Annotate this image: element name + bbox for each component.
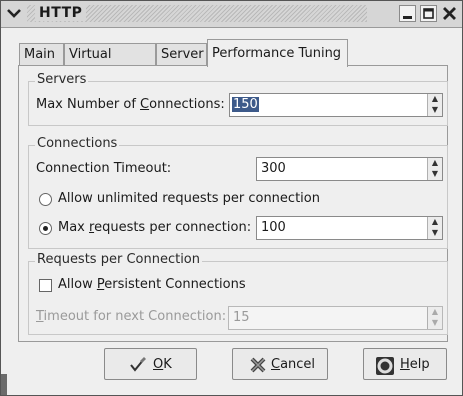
spinner-arrows[interactable]: ▲ ▼ — [427, 94, 442, 116]
mnemonic: O — [153, 357, 164, 372]
spinner-arrows: ▲ ▼ — [427, 307, 442, 329]
tab-label: Server — [161, 47, 204, 62]
window-edge-shadow — [1, 374, 7, 395]
max-connections-value: 150 — [232, 97, 259, 112]
persistent-connections-checkbox[interactable] — [39, 279, 52, 292]
chevron-down-icon[interactable] — [5, 4, 23, 22]
spinner-arrows[interactable]: ▲ ▼ — [427, 217, 442, 239]
arrow-up-icon[interactable]: ▲ — [430, 217, 440, 227]
requests-per-connection-frame-label: Requests per Connection — [35, 252, 202, 267]
connection-timeout-spinner[interactable]: 300 ▲ ▼ — [256, 157, 443, 181]
arrow-down-icon: ▼ — [431, 318, 439, 327]
arrow-down-icon[interactable]: ▼ — [430, 228, 440, 238]
next-connection-timeout-label: Timeout for next Connection: — [36, 309, 226, 324]
arrow-up-icon[interactable]: ▲ — [430, 158, 440, 168]
arrow-down-icon[interactable]: ▼ — [430, 169, 440, 179]
minimize-button[interactable] — [399, 5, 416, 22]
connection-timeout-label: Connection Timeout: — [36, 161, 172, 176]
max-requests-label: Max requests per connection: — [58, 220, 251, 235]
label-text: Max — [58, 220, 90, 235]
spinner-arrows[interactable]: ▲ ▼ — [427, 158, 442, 180]
servers-frame-label: Servers — [35, 72, 89, 87]
max-connections-spinner[interactable]: 150 ▲ ▼ — [229, 93, 443, 117]
close-button[interactable] — [441, 5, 458, 22]
arrow-up-icon: ▲ — [431, 307, 439, 316]
ok-label: OK — [153, 357, 172, 372]
label-text: Allow — [58, 277, 97, 292]
mnemonic: H — [400, 357, 410, 372]
cancel-x-icon — [250, 357, 266, 373]
tab-virtual-hosts[interactable]: Virtual Hosts — [64, 43, 156, 84]
tab-label: Performance Tuning — [212, 46, 342, 61]
maximize-button[interactable] — [420, 5, 437, 22]
max-requests-radio[interactable] — [39, 222, 52, 235]
http-dialog-window: HTTP Main Virtual Hosts Server Performan… — [0, 0, 463, 396]
unlimited-requests-label: Allow unlimited requests per connection — [58, 191, 320, 206]
max-requests-spinner[interactable]: 100 ▲ ▼ — [256, 216, 443, 240]
label-text: ersistent Connections — [104, 277, 246, 292]
arrow-up-icon[interactable]: ▲ — [430, 94, 440, 104]
persistent-connections-label: Allow Persistent Connections — [58, 277, 246, 292]
label-text: imeout for next Connection: — [43, 309, 227, 324]
label-text: onnections: — [149, 97, 225, 112]
mnemonic: C — [271, 357, 281, 372]
close-icon — [443, 7, 456, 20]
tab-main[interactable]: Main — [19, 43, 64, 65]
title-bar[interactable]: HTTP — [1, 1, 462, 28]
minimize-icon — [403, 16, 412, 19]
mnemonic: C — [140, 97, 150, 112]
cancel-label: Cancel — [271, 357, 315, 372]
lifebuoy-icon — [376, 357, 394, 375]
window-title: HTTP — [35, 5, 87, 21]
help-button[interactable]: Help — [363, 348, 447, 380]
next-connection-timeout-spinner: 15 ▲ ▼ — [228, 306, 443, 330]
selected-text: 150 — [232, 97, 259, 112]
label-text: K — [163, 357, 172, 372]
connection-timeout-value: 300 — [261, 161, 286, 176]
label-text: ancel — [280, 357, 316, 372]
max-requests-value: 100 — [261, 220, 286, 235]
label-text: Max Number of — [36, 97, 141, 112]
cancel-button[interactable]: Cancel — [232, 348, 328, 380]
max-connections-label: Max Number of Connections: — [36, 97, 225, 112]
radio-selected-dot — [43, 226, 48, 231]
label-text: equests per connection: — [94, 220, 252, 235]
tab-label: Main — [24, 47, 56, 62]
checkmark-pen-icon — [130, 357, 146, 372]
next-connection-timeout-value: 15 — [233, 310, 250, 325]
mnemonic: T — [36, 309, 44, 324]
maximize-icon — [423, 8, 434, 19]
unlimited-requests-radio[interactable] — [39, 193, 52, 206]
arrow-down-icon[interactable]: ▼ — [430, 105, 440, 115]
tab-performance-tuning[interactable]: Performance Tuning — [207, 39, 348, 67]
label-text: elp — [409, 357, 430, 372]
ok-button[interactable]: OK — [104, 348, 197, 380]
connections-frame-label: Connections — [35, 136, 120, 151]
help-label: Help — [400, 357, 430, 372]
tab-server[interactable]: Server — [156, 43, 207, 65]
